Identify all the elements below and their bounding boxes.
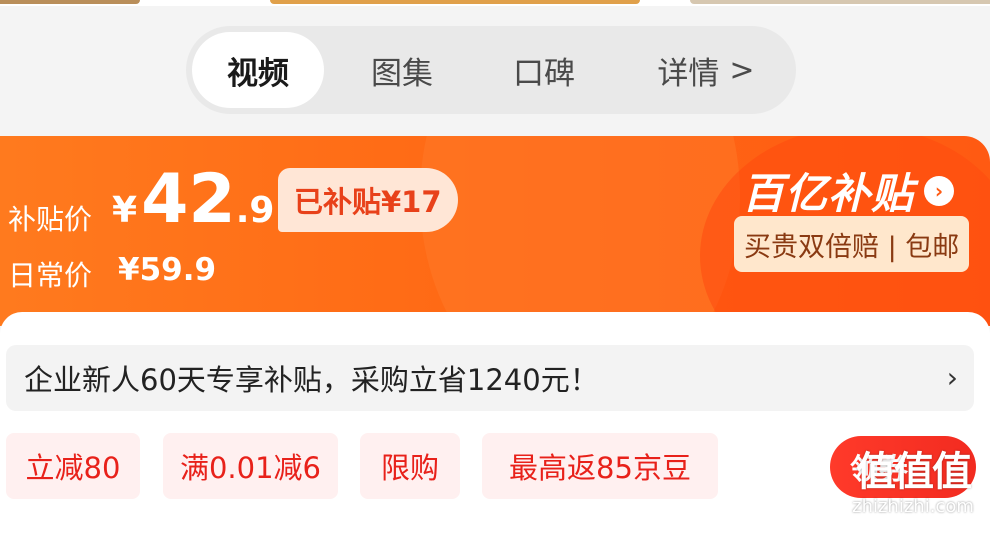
promo-chip[interactable]: 满0.01减6: [163, 433, 338, 499]
price-decimal: .9: [235, 190, 275, 231]
tab-details[interactable]: 详情 >: [626, 32, 786, 108]
currency-symbol: ¥: [112, 190, 138, 231]
chip-label: 满0.01减6: [179, 451, 322, 485]
tab-label: 口碑: [513, 55, 575, 92]
get-coupon-button[interactable]: 领券: [830, 436, 976, 498]
promo-chip[interactable]: 限购: [360, 433, 460, 499]
tab-label: 详情: [657, 55, 720, 92]
daily-price-label: 日常价: [8, 259, 93, 292]
product-page: 视频 图集 口碑 详情 > 补贴价 ¥ 42 .9 已补贴¥17 日常价 ¥59…: [0, 0, 990, 535]
banner-decoration: [420, 136, 740, 326]
enterprise-promo-bar[interactable]: 企业新人60天专享补贴，采购立省1240元！ ›: [6, 345, 974, 411]
product-image-strip: [0, 0, 990, 6]
tab-gallery[interactable]: 图集: [336, 32, 468, 108]
promo-chip[interactable]: 最高返85京豆: [482, 433, 718, 499]
price-integer: 42: [141, 160, 236, 239]
chevron-right-icon: >: [729, 52, 755, 88]
guarantee-badge: 买贵双倍赔 | 包邮: [734, 216, 970, 272]
chevron-right-icon: ›: [946, 361, 958, 394]
promotion-card: 企业新人60天专享补贴，采购立省1240元！ › 立减80 满0.01减6 限购…: [0, 312, 990, 535]
subsidy-price-label: 补贴价: [8, 203, 93, 236]
chip-label: 最高返85京豆: [509, 451, 691, 485]
media-tabs: 视频 图集 口碑 详情 >: [186, 26, 796, 114]
tab-video[interactable]: 视频: [192, 32, 324, 108]
chip-label: 立减80: [25, 451, 121, 485]
subsidy-price: ¥ 42 .9: [112, 166, 274, 234]
chip-label: 限购: [380, 451, 439, 485]
tab-label: 图集: [371, 55, 433, 92]
promo-text: 企业新人60天专享补贴，采购立省1240元！: [24, 363, 599, 397]
image-segment: [0, 0, 140, 4]
daily-price: ¥59.9: [118, 252, 217, 288]
promo-chip[interactable]: 立减80: [6, 433, 140, 499]
subsidy-amount-badge: 已补贴¥17: [278, 168, 458, 232]
image-segment: [270, 0, 640, 4]
image-segment: [690, 0, 990, 4]
billion-subsidy-link[interactable]: 百亿补贴 ›: [742, 160, 955, 221]
billion-subsidy-logo: 百亿补贴: [742, 169, 915, 218]
tab-reviews[interactable]: 口碑: [478, 32, 610, 108]
tab-label: 视频: [227, 55, 289, 92]
price-banner: 补贴价 ¥ 42 .9 已补贴¥17 日常价 ¥59.9 百亿补贴 › 买贵双倍…: [0, 136, 990, 326]
chevron-right-icon: ›: [924, 175, 955, 206]
